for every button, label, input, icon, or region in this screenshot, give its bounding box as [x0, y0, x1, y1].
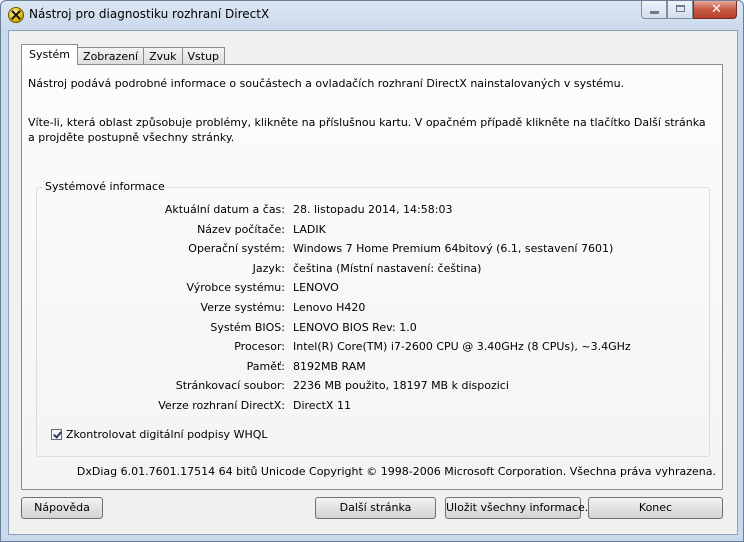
save-all-info-button[interactable]: Uložit všechny informace... [445, 497, 595, 519]
dialog-client-area: Systém Zobrazení Zvuk Vstup Nástroj podá… [8, 30, 738, 535]
system-info-group-title: Systémové informace [43, 180, 167, 193]
tab-sound[interactable]: Zvuk [143, 47, 183, 65]
info-value: 2236 MB použito, 18197 MB k dispozici [293, 379, 509, 392]
info-row-manufacturer: Výrobce systému: LENOVO [37, 281, 697, 297]
info-value: LADIK [293, 223, 326, 236]
copyright-text: DxDiag 6.01.7601.17514 64 bitů Unicode C… [76, 465, 716, 478]
info-row-model: Verze systému: Lenovo H420 [37, 301, 697, 317]
tab-input[interactable]: Vstup [181, 47, 226, 65]
info-label: Operační systém: [188, 242, 285, 255]
next-page-button[interactable]: Další stránka [315, 497, 436, 519]
directx-app-icon [8, 7, 24, 23]
whql-checkbox-row[interactable]: Zkontrolovat digitální podpisy WHQL [51, 428, 268, 441]
window-title: Nástroj pro diagnostiku rozhraní DirectX [29, 7, 270, 21]
info-label: Název počítače: [197, 223, 285, 236]
info-row-memory: Paměť: 8192MB RAM [37, 360, 697, 376]
info-row-processor: Procesor: Intel(R) Core(TM) i7-2600 CPU … [37, 340, 697, 356]
minimize-icon [650, 11, 659, 14]
whql-checkbox[interactable] [51, 429, 62, 440]
info-value: LENOVO [293, 281, 339, 294]
info-label: Procesor: [234, 340, 285, 353]
info-row-os: Operační systém: Windows 7 Home Premium … [37, 242, 697, 258]
info-label: Výrobce systému: [186, 281, 286, 294]
help-button[interactable]: Nápověda [21, 497, 103, 519]
system-info-group: Systémové informace Aktuální datum a čas… [36, 180, 710, 457]
info-row-bios: Systém BIOS: LENOVO BIOS Rev: 1.0 [37, 321, 697, 337]
info-label: Paměť: [246, 360, 285, 373]
close-icon: ✕ [711, 2, 722, 17]
intro-text: Nástroj podává podrobné informace o souč… [28, 77, 625, 90]
info-label: Verze rozhraní DirectX: [158, 399, 285, 412]
close-button[interactable]: ✕ [693, 1, 737, 19]
instructions-text: Víte-li, která oblast způsobuje problémy… [28, 116, 706, 144]
info-value: 8192MB RAM [293, 360, 366, 373]
system-tab-panel: Nástroj podává podrobné informace o souč… [21, 64, 723, 490]
info-value: Intel(R) Core(TM) i7-2600 CPU @ 3.40GHz … [293, 340, 631, 353]
info-row-computer-name: Název počítače: LADIK [37, 223, 697, 239]
caption-buttons: ✕ [641, 1, 737, 21]
info-row-language: Jazyk: čeština (Místní nastavení: češtin… [37, 262, 697, 278]
info-value: LENOVO BIOS Rev: 1.0 [293, 321, 417, 334]
maximize-icon [676, 5, 685, 12]
info-label: Systém BIOS: [210, 321, 285, 334]
info-value: DirectX 11 [293, 399, 351, 412]
title-bar[interactable]: Nástroj pro diagnostiku rozhraní DirectX… [1, 1, 743, 29]
dxdiag-window: Nástroj pro diagnostiku rozhraní DirectX… [0, 0, 744, 542]
info-value: 28. listopadu 2014, 14:58:03 [293, 203, 453, 216]
info-value: Windows 7 Home Premium 64bitový (6.1, se… [293, 242, 614, 255]
maximize-button[interactable] [667, 1, 693, 19]
info-row-datetime: Aktuální datum a čas: 28. listopadu 2014… [37, 203, 697, 219]
tab-display[interactable]: Zobrazení [77, 47, 145, 65]
info-label: Aktuální datum a čas: [164, 203, 285, 216]
whql-checkbox-label[interactable]: Zkontrolovat digitální podpisy WHQL [66, 428, 268, 441]
info-label: Stránkovací soubor: [175, 379, 285, 392]
info-label: Verze systému: [200, 301, 285, 314]
info-value: čeština (Místní nastavení: čeština) [293, 262, 482, 275]
info-row-directx-version: Verze rozhraní DirectX: DirectX 11 [37, 399, 697, 415]
tab-system[interactable]: Systém [21, 44, 79, 65]
info-label: Jazyk: [252, 262, 285, 275]
exit-button[interactable]: Konec [588, 497, 723, 519]
info-row-page-file: Stránkovací soubor: 2236 MB použito, 181… [37, 379, 697, 395]
info-value: Lenovo H420 [293, 301, 366, 314]
minimize-button[interactable] [641, 1, 667, 19]
tab-strip: Systém Zobrazení Zvuk Vstup [21, 43, 226, 65]
